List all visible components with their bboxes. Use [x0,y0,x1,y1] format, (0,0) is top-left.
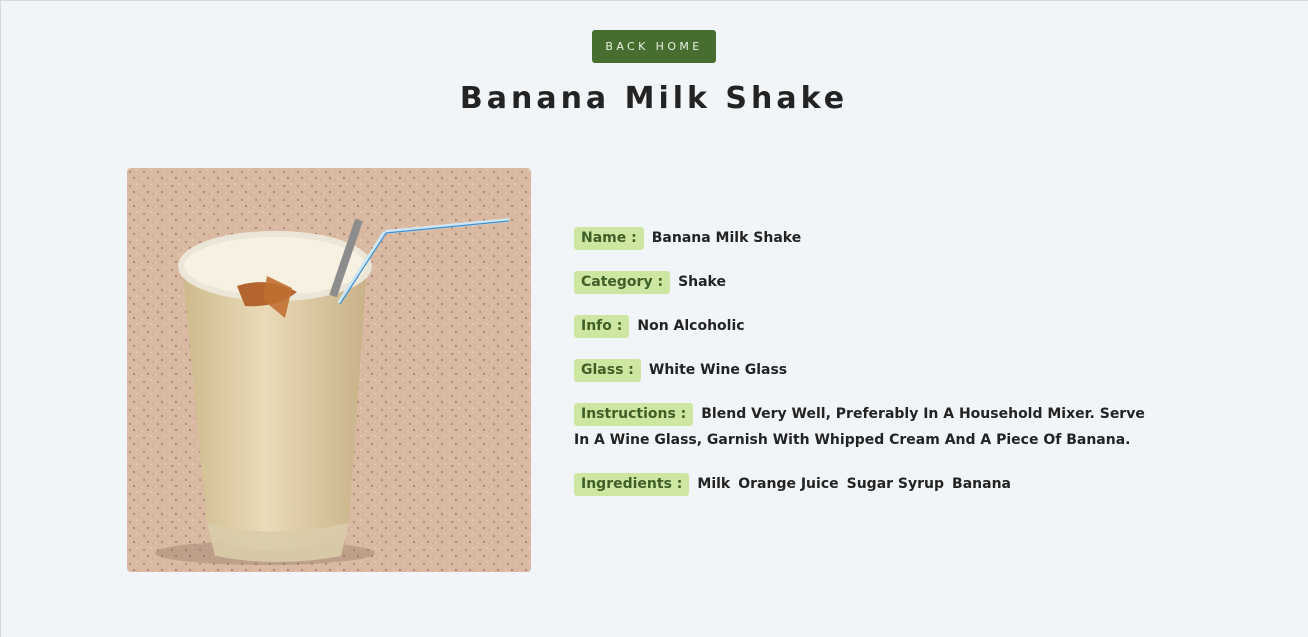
drink-details: Name : Banana Milk Shake Category : Shake … [574,225,1154,515]
page-title: Banana Milk Shake [459,81,849,116]
name-label: Name : [574,227,644,250]
info-label: Info : [574,315,630,338]
detail-ingredients: Ingredients : Milk Orange Juice Sugar Syrup… [574,471,1154,497]
ingredient-item: Banana [952,476,1011,492]
detail-name: Name : Banana Milk Shake [574,225,1154,251]
top-border [0,0,1308,1]
ingredient-item: Milk [697,476,731,492]
glass-value: White Wine Glass [648,362,788,378]
glass-label: Glass : [574,359,641,382]
instructions-label: Instructions : [574,403,694,426]
category-value: Shake [678,274,726,290]
page-header: back home Banana Milk Shake [0,30,1308,119]
ingredients-label: Ingredients : [574,473,690,496]
detail-info: Info : Non Alcoholic [574,313,1154,339]
ingredient-item: Sugar Syrup [846,476,945,492]
name-value: Banana Milk Shake [651,230,802,246]
drink-image [127,168,531,572]
detail-glass: Glass : White Wine Glass [574,357,1154,383]
detail-instructions: Instructions : Blend Very Well, Preferabl… [574,401,1154,453]
info-value: Non Alcoholic [637,318,745,334]
back-home-button[interactable]: back home [592,30,716,63]
category-label: Category : [574,271,671,294]
detail-category: Category : Shake [574,269,1154,295]
ingredient-item: Orange Juice [738,476,839,492]
